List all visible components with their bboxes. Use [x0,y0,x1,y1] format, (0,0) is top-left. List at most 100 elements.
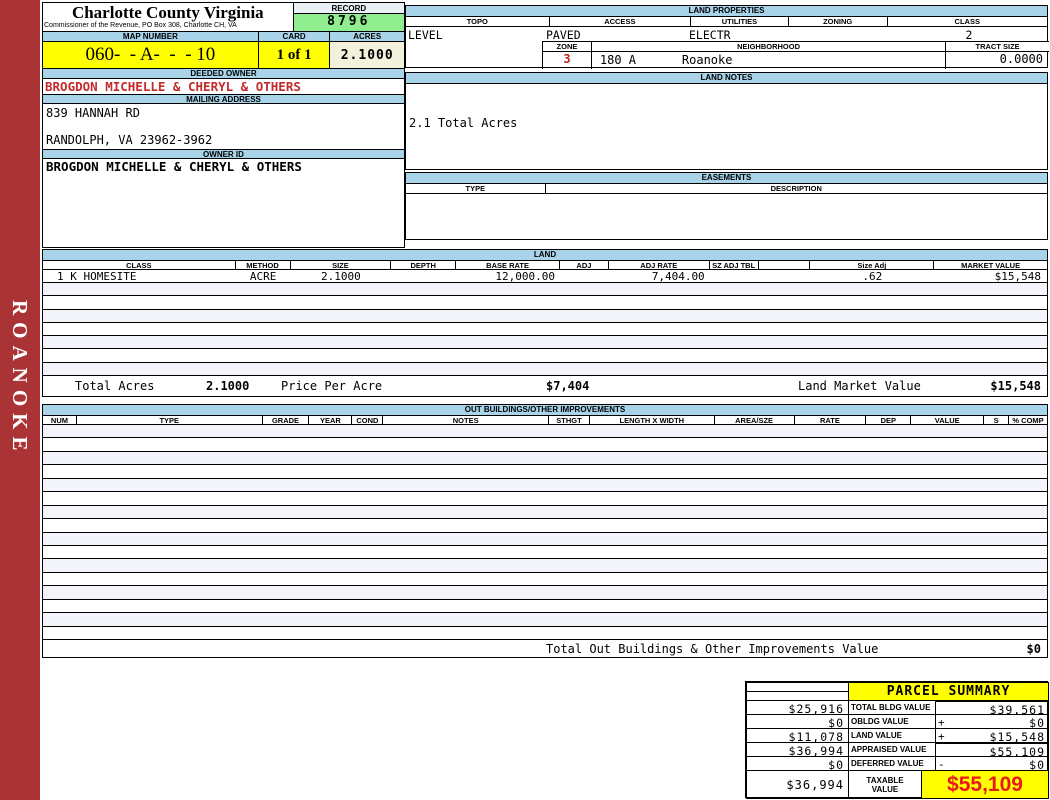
map-card-acres-values: 060- - A- - - 10 1 of 1 2.1000 [43,41,404,69]
record-box: RECORD 8796 [292,3,404,31]
cell-sz-adj-tbl [710,270,759,282]
empty-table-row [43,586,1047,600]
map-card-acres-headers: MAP NUMBER CARD ACRES [43,31,404,41]
total-acres-value: 2.1000 [206,379,250,393]
neighborhood-label: NEIGHBORHOOD [592,42,947,51]
empty-table-row [43,478,1047,493]
prior-total-bldg-value: $25,916 [746,700,849,715]
price-per-acre-value: $7,404 [546,379,590,393]
deferred-value-label: DEFERRED VALUE [848,756,936,771]
acres-value: 2.1000 [329,42,404,68]
tract-size-label: TRACT SIZE [975,42,1020,51]
topo-value: LEVEL [408,28,443,42]
out-buildings-total-label: Total Out Buildings & Other Improvements… [546,642,879,656]
obldg-value-cell: + $0 [935,714,1049,729]
col-header: STHGT [549,416,590,424]
deeded-owner-label: DEEDED OWNER [43,69,404,79]
empty-table-row [43,438,1047,452]
empty-table-row [43,559,1047,573]
map-number-label: MAP NUMBER [122,32,178,41]
empty-table-row [43,600,1047,614]
zone-values: 3 180 A Roanoke 0.0000 [543,52,1049,69]
col-header: DEP [866,416,912,424]
empty-table-row [43,309,1047,323]
col-header: MARKET VALUE [961,261,1021,269]
empty-table-row [43,492,1047,506]
col-header: NUM [43,416,77,424]
land-title: LAND [43,250,1047,261]
out-buildings-title: OUT BUILDINGS/OTHER IMPROVEMENTS [43,405,1047,416]
zone-value: 3 [543,52,592,69]
col-header: Size Adj [810,261,935,269]
class-value: 2 [965,28,973,42]
owner-id-label: OWNER ID [43,149,404,159]
total-acres-label: Total Acres [75,379,155,393]
land-empty-rows [43,283,1047,376]
obldg-value-label: OBLDG VALUE [848,714,936,729]
col-header: TOPO [406,17,550,26]
cell-class: 1 K HOMESITE [57,270,137,283]
col-header: ZONING [789,17,888,26]
empty-table-row [43,613,1047,627]
deferred-value-cell: - $0 [935,756,1049,771]
out-buildings-empty-rows [43,425,1047,640]
taxable-value-label: TAXABLE VALUE [848,770,922,799]
col-header: CLASS [43,261,236,269]
obldg-value: $0 [1029,716,1045,729]
commissioner-line: Commissioner of the Revenue, PO Box 308,… [44,22,237,29]
land-notes-body: 2.1 Total Acres [406,84,1047,170]
empty-table-row [43,425,1047,439]
utilities-value: ELECTR [689,28,731,42]
col-header: COND [352,416,384,424]
col-header: LENGTH X WIDTH [590,416,715,424]
out-buildings-total-value: $0 [1026,642,1041,656]
acres-label: ACRES [329,32,404,41]
col-header: % COMP [1012,416,1044,424]
land-notes-block: LAND NOTES 2.1 Total Acres [405,72,1048,170]
empty-table-row [43,336,1047,350]
land-value-cell: + $15,548 [935,728,1049,743]
easement-description-label: DESCRIPTION [770,184,822,193]
property-record-card: ROANOKE Charlotte County Virginia Commis… [0,0,1050,800]
easement-type-label: TYPE [406,184,546,193]
empty-table-row [43,362,1047,376]
land-properties-title: LAND PROPERTIES [406,6,1047,17]
taxable-value: $55,109 [921,770,1049,799]
card-label: CARD [257,32,330,41]
cell-market-value: $15,548 [994,270,1042,283]
easements-block: EASEMENTS TYPE DESCRIPTION [405,172,1048,240]
col-header: S [984,416,1010,424]
access-value: PAVED [546,28,581,42]
land-value-label: LAND VALUE [848,728,936,743]
appraised-value-label: APPRAISED VALUE [848,742,936,757]
land-properties-headers: TOPO ACCESS UTILITIES ZONING CLASS [406,17,1047,27]
land-properties-values: LEVEL PAVED ELECTR 2 ZONE NEIGHBORHOOD T… [406,27,1049,69]
mailing-address-box: 839 HANNAH RD RANDOLPH, VA 23962-3962 [43,104,404,149]
col-header: ACCESS [550,17,692,26]
prior-appraised-value: $36,994 [746,742,849,757]
land-section: LAND CLASS METHOD SIZE DEPTH BASE RATE A… [42,249,1048,397]
empty-table-row [43,296,1047,310]
parcel-summary-title: PARCEL SUMMARY [848,682,1049,701]
land-market-value-label: Land Market Value [798,379,921,393]
price-per-acre-label: Price Per Acre [281,379,383,393]
neighborhood-sidebar: ROANOKE [0,0,40,800]
out-buildings-total-row: Total Out Buildings & Other Improvements… [43,640,1047,657]
col-header: ADJ [560,261,609,269]
land-properties-block: LAND PROPERTIES TOPO ACCESS UTILITIES ZO… [405,5,1049,69]
easements-body [406,194,1047,239]
neighborhood-code: 180 A [599,53,637,67]
cell-adj-rate: 7,404.00 [651,270,705,283]
record-value: 8796 [293,14,404,31]
empty-table-row [43,349,1047,363]
left-block-spacer [43,174,404,247]
land-totals-row: Total Acres 2.1000 Price Per Acre $7,404… [43,376,1047,396]
col-header: TYPE [77,416,263,424]
col-header: RATE [795,416,867,424]
empty-table-row [43,465,1047,479]
col-header: GRADE [263,416,310,424]
cell-base-rate: 12,000.00 [495,270,555,283]
empty-table-row [43,532,1047,546]
empty-table-row [43,451,1047,466]
col-header: METHOD [236,261,291,269]
